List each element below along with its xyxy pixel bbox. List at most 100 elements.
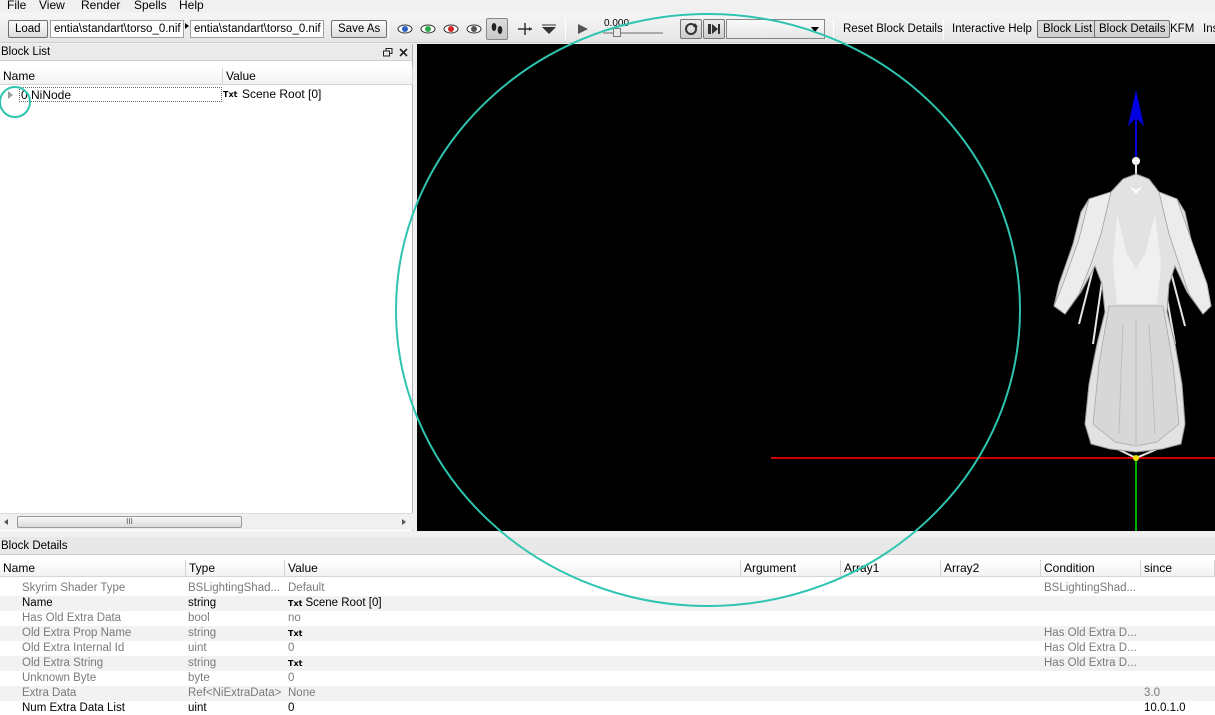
tree-row-name: 0 NiNode: [19, 87, 222, 102]
time-slider-handle[interactable]: [613, 28, 621, 37]
step-button[interactable]: [703, 19, 725, 39]
menu-help[interactable]: Help: [179, 0, 204, 13]
txt-tag-icon: Txt: [223, 90, 238, 99]
details-row[interactable]: Old Extra Prop Name string Txt Has Old Extr…: [0, 626, 1215, 641]
column-header-argument[interactable]: Argument: [741, 560, 841, 577]
details-cell-name: Old Extra String: [22, 657, 104, 669]
column-header-value[interactable]: Value: [285, 560, 741, 577]
save-as-button[interactable]: Save As: [331, 20, 388, 38]
column-header-name[interactable]: Name: [0, 68, 223, 85]
details-cell-type: byte: [188, 672, 210, 684]
details-row[interactable]: Name string Txt Scene Root [0]: [0, 596, 1215, 611]
load-path-field[interactable]: entia\standart\torso_0.nif: [50, 20, 184, 38]
details-cell-value[interactable]: Txt Scene Root [0]: [288, 596, 738, 611]
details-cell-type: string: [188, 597, 217, 609]
details-row[interactable]: Skyrim Shader Type BSLightingShad... Defau…: [0, 581, 1215, 596]
tree-row[interactable]: 0 NiNode Txt Scene Root [0]: [0, 87, 413, 103]
toolbar-separator: [833, 19, 834, 39]
footprints-toggle[interactable]: [486, 18, 508, 40]
details-cell-value[interactable]: no: [288, 611, 738, 626]
close-icon[interactable]: [399, 48, 408, 57]
details-row[interactable]: Has Old Extra Data bool no: [0, 611, 1215, 626]
menu-spells[interactable]: Spells: [134, 0, 167, 13]
eye-green-icon[interactable]: [419, 22, 437, 36]
toolbar-separator: [565, 19, 566, 39]
float-panel-icon[interactable]: [383, 48, 393, 57]
column-header-value[interactable]: Value: [223, 68, 413, 85]
details-row[interactable]: Old Extra Internal Id uint 0 Has Old Extra …: [0, 641, 1215, 656]
details-cell-name: Old Extra Internal Id: [22, 642, 125, 654]
menu-render[interactable]: Render: [81, 0, 120, 13]
column-header-name[interactable]: Name: [0, 560, 186, 577]
block-details-title: Block Details: [1, 540, 68, 552]
load-button[interactable]: Load: [8, 20, 48, 38]
eye-dark-icon[interactable]: [465, 22, 483, 36]
details-row[interactable]: Unknown Byte byte 0: [0, 671, 1215, 686]
footprints-icon: [491, 23, 503, 34]
dress-model[interactable]: [1053, 173, 1212, 453]
details-header-row: Name Type Value Argument Array1 Array2 C…: [0, 560, 1215, 578]
details-cell-value[interactable]: Txt: [288, 626, 738, 641]
chevron-down-icon: [811, 27, 819, 32]
details-cell-value[interactable]: None: [288, 686, 738, 701]
details-cell-value[interactable]: 0: [288, 671, 738, 686]
menu-file[interactable]: File: [7, 0, 26, 13]
block-details-toggle[interactable]: Block Details: [1094, 20, 1171, 38]
details-cell-value[interactable]: 0: [288, 701, 738, 715]
details-cell-type: uint: [188, 642, 207, 654]
time-slider-track[interactable]: [603, 32, 663, 34]
details-row[interactable]: Num Extra Data List uint 0 10.0.1.0: [0, 701, 1215, 715]
save-path-field[interactable]: entia\standart\torso_0.nif: [190, 20, 324, 38]
toolbar-separator: [388, 19, 389, 39]
details-cell-since: 10.0.1.0: [1144, 702, 1186, 714]
details-cell-condition: BSLightingShad...: [1044, 582, 1137, 594]
details-cell-type: uint: [188, 702, 207, 714]
block-list-panel: Block List Name Value 0 NiNode Txt Scene…: [0, 44, 413, 531]
details-cell-name: Name: [22, 597, 53, 609]
menu-bar: File View Render Spells Help: [0, 0, 1215, 13]
play-icon[interactable]: [574, 22, 592, 36]
eye-blue-icon[interactable]: [396, 22, 414, 36]
details-cell-value[interactable]: 0: [288, 641, 738, 656]
dropdown-shape-icon[interactable]: [540, 22, 558, 36]
loop-icon: [685, 23, 698, 35]
origin-marker: [1133, 455, 1139, 461]
details-cell-type: string: [188, 657, 217, 669]
interactive-help-button[interactable]: Interactive Help: [952, 21, 1032, 37]
column-header-array2[interactable]: Array2: [941, 560, 1041, 577]
expand-arrow-icon[interactable]: [8, 91, 13, 99]
details-cell-condition: Has Old Extra D...: [1044, 642, 1137, 654]
details-cell-value[interactable]: Default: [288, 581, 738, 596]
menu-view[interactable]: View: [39, 0, 65, 13]
details-cell-name: Extra Data: [22, 687, 77, 699]
scroll-right-icon[interactable]: [402, 519, 406, 525]
details-row[interactable]: Extra Data Ref<NiExtraData> None 3.0: [0, 686, 1215, 701]
column-header-array1[interactable]: Array1: [841, 560, 941, 577]
details-cell-name: Has Old Extra Data: [22, 612, 122, 624]
loop-button[interactable]: [680, 19, 702, 39]
reset-block-details-button[interactable]: Reset Block Details: [843, 21, 943, 37]
block-details-title-bar: Block Details: [0, 537, 1215, 555]
animation-select[interactable]: [726, 19, 825, 39]
details-row[interactable]: Old Extra String string Txt Has Old Extra D…: [0, 656, 1215, 671]
column-header-condition[interactable]: Condition: [1041, 560, 1141, 577]
column-header-since[interactable]: since: [1141, 560, 1215, 577]
step-icon: [708, 24, 720, 34]
render-viewport[interactable]: [417, 44, 1215, 531]
details-cell-since: 3.0: [1144, 687, 1160, 699]
details-cell-type: BSLightingShad...: [188, 582, 281, 594]
scroll-left-icon[interactable]: [4, 519, 8, 525]
details-cell-value[interactable]: Txt: [288, 656, 738, 671]
column-header-type[interactable]: Type: [186, 560, 285, 577]
ins-button[interactable]: Ins: [1203, 21, 1215, 37]
axes-icon[interactable]: [516, 22, 534, 36]
details-cell-type: bool: [188, 612, 210, 624]
details-cell-type: Ref<NiExtraData>: [188, 687, 282, 699]
block-details-panel: Block Details Name Type Value Argument A…: [0, 537, 1215, 715]
block-list-toggle[interactable]: Block List: [1037, 20, 1099, 38]
scrollbar-thumb[interactable]: III: [17, 516, 242, 528]
horizontal-scrollbar[interactable]: III: [0, 513, 413, 530]
load-path-arrow-icon[interactable]: [185, 23, 189, 29]
eye-red-icon[interactable]: [442, 22, 460, 36]
kfm-button[interactable]: KFM: [1170, 21, 1194, 37]
